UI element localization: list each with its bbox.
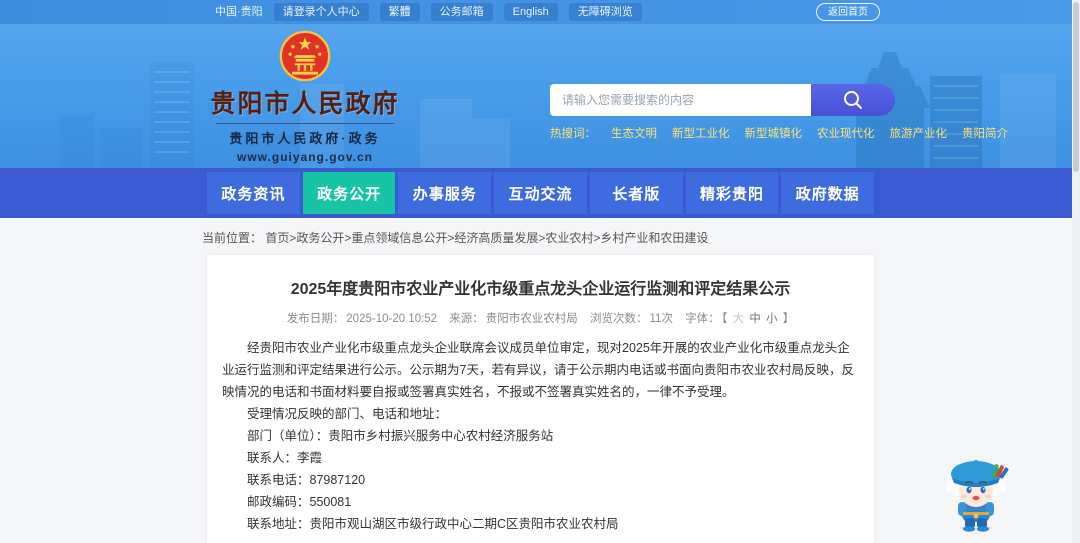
logo-divider (216, 123, 394, 124)
nav-item-zwzx[interactable]: 政务资讯 (207, 172, 300, 214)
font-size-small-button[interactable]: 小 (766, 313, 778, 325)
article-paragraph: 联系地址：贵阳市观山湖区市级行政中心二期C区贵阳市农业农村局 (247, 517, 619, 531)
hot-search-item-6[interactable]: 贵阳简介 (962, 125, 1008, 141)
scrollbar[interactable] (1072, 0, 1080, 543)
topbar-item-login[interactable]: 请登录个人中心 (273, 3, 369, 21)
article-paragraph: 经贵阳市农业产业化市级重点龙头企业联席会议成员单位审定，现对2025年开展的农业… (222, 341, 854, 399)
hot-search-row: 热搜词： 生态文明 新型工业化 新型城镇化 农业现代化 旅游产业化 贵阳简介 (550, 125, 1008, 141)
article-paragraph: 部门（单位）：贵阳市乡村振兴服务中心农村经济服务站 (247, 429, 554, 443)
hot-search-item-5[interactable]: 旅游产业化 (890, 125, 948, 141)
font-size-medium-button[interactable]: 中 (749, 313, 761, 325)
page: 中国·贵阳 请登录个人中心 繁體 公务邮箱 English 无障碍浏览 返回首页 (0, 0, 1080, 543)
scrollbar-thumb[interactable] (1073, 2, 1079, 172)
topbar-item-english[interactable]: English (503, 3, 558, 21)
nav-item-hdjl[interactable]: 互动交流 (494, 172, 587, 214)
source-label: 来源： (449, 313, 484, 325)
site-logo[interactable]: 贵阳市人民政府 贵阳市人民政府·政务 www.guiyang.gov.cn (211, 24, 398, 168)
miao-boy-mascot-icon[interactable] (940, 452, 1012, 532)
font-size-large-button[interactable]: 大 (733, 313, 745, 325)
national-emblem-icon (279, 30, 331, 82)
views-value: 11次 (649, 313, 673, 325)
site-name: 贵阳市人民政府 (210, 90, 400, 118)
article-paragraph: 邮政编码：550081 (247, 495, 352, 509)
content-area: 当前位置： 首页>政务公开>重点领域信息公开>经济高质量发展>农业农村>乡村产业… (180, 218, 900, 543)
nav-items: 政务资讯 政务公开 办事服务 互动交流 长者版 精彩贵阳 政府数据 (180, 168, 900, 218)
nav-item-jcgy[interactable]: 精彩贵阳 (685, 172, 779, 214)
site-url: www.guiyang.gov.cn (236, 150, 373, 164)
font-bracket-close: 】 (782, 313, 795, 325)
breadcrumb-label: 当前位置： (202, 231, 263, 245)
hot-search-item-3[interactable]: 新型城镇化 (745, 125, 803, 141)
topbar: 中国·贵阳 请登录个人中心 繁體 公务邮箱 English 无障碍浏览 返回首页 (0, 0, 1080, 24)
search-button[interactable] (811, 84, 895, 116)
header-inner: 贵阳市人民政府 贵阳市人民政府·政务 www.guiyang.gov.cn 请输… (180, 24, 1008, 168)
font-size-label: 字体： (685, 313, 720, 325)
magnifier-icon (844, 91, 862, 109)
topbar-links: 中国·贵阳 请登录个人中心 繁體 公务邮箱 English 无障碍浏览 返回首页 (180, 0, 900, 24)
article-paragraph: 联系电话：87987120 (247, 473, 366, 487)
main-nav: 政务资讯 政务公开 办事服务 互动交流 长者版 精彩贵阳 政府数据 (0, 168, 1080, 218)
hot-search-item-1[interactable]: 生态文明 (611, 125, 657, 141)
nav-item-bsfw[interactable]: 办事服务 (398, 172, 492, 214)
topbar-item-traditional[interactable]: 繁體 (379, 3, 420, 21)
search-bar (550, 84, 895, 116)
publish-date: 2025-10-20 10:52 (346, 313, 438, 325)
article-title: 2025年度贵阳市农业产业化市级重点龙头企业运行监测和评定结果公示 (290, 281, 791, 298)
views-label: 浏览次数： (590, 313, 648, 325)
site-subtitle: 贵阳市人民政府·政务 (229, 131, 381, 146)
hot-search-label: 热搜词： (550, 128, 596, 140)
breadcrumb-path[interactable]: 首页>政务公开>重点领域信息公开>经济高质量发展>农业农村>乡村产业和农田建设 (265, 231, 708, 245)
nav-item-zfsj[interactable]: 政府数据 (781, 172, 875, 214)
source-value: 贵阳市农业农村局 (485, 313, 578, 325)
site-header: 贵阳市人民政府 贵阳市人民政府·政务 www.guiyang.gov.cn 请输… (0, 24, 1080, 168)
search-area: 热搜词： 生态文明 新型工业化 新型城镇化 农业现代化 旅游产业化 贵阳简介 (550, 24, 1008, 168)
topbar-item-mail[interactable]: 公务邮箱 (430, 3, 493, 21)
hot-search-item-4[interactable]: 农业现代化 (817, 125, 875, 141)
article-meta: 发布日期： 2025-10-20 10:52 来源： 贵阳市农业农村局 浏览次数： 1… (222, 310, 859, 326)
hot-search-item-2[interactable]: 新型工业化 (672, 125, 730, 141)
search-input[interactable] (550, 84, 811, 116)
article-paragraph: 受理情况反映的部门、电话和地址： (247, 407, 448, 421)
publish-date-label: 发布日期： (286, 313, 345, 325)
topbar-item-accessibility[interactable]: 无障碍浏览 (568, 3, 642, 21)
font-bracket-open: 【 (721, 313, 728, 325)
breadcrumb: 当前位置： 首页>政务公开>重点领域信息公开>经济高质量发展>农业农村>乡村产业… (180, 218, 900, 255)
topbar-item-china-guiyang[interactable]: 中国·贵阳 (215, 4, 263, 20)
article-card: 2025年度贵阳市农业产业化市级重点龙头企业运行监测和评定结果公示 发布日期： 2… (207, 255, 874, 543)
article-paragraph: 联系人：李霞 (247, 451, 323, 465)
nav-item-elder[interactable]: 长者版 (589, 172, 683, 214)
back-home-button[interactable]: 返回首页 (816, 3, 880, 21)
nav-item-zwgk[interactable]: 政务公开 (302, 172, 396, 214)
